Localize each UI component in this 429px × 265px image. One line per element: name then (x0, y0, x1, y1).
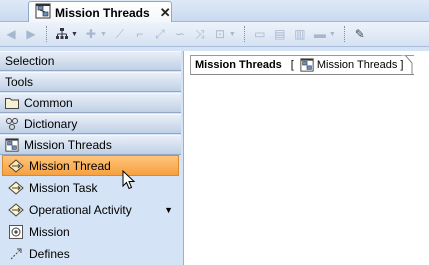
diagram-canvas[interactable]: Mission Threads [ Mission Threads ] (183, 51, 429, 265)
chevron-down-icon[interactable]: ▼ (329, 31, 336, 38)
layout-tree-icon[interactable] (55, 27, 69, 41)
diagram-name: Mission Threads (316, 59, 398, 71)
palette-item-defines[interactable]: Defines (0, 243, 181, 264)
align-center-icon[interactable]: ▤ (273, 27, 287, 41)
item-label: Mission (29, 224, 70, 239)
diagram-frame-header: Mission Threads [ Mission Threads ] (190, 55, 415, 75)
toolbar-separator (46, 26, 47, 42)
diagram-palette: Selection Tools Common Dictionary Missio… (0, 51, 181, 265)
frame-corner (401, 55, 413, 75)
section-label: Mission Threads (24, 138, 112, 152)
diagram-title: Mission Threads (195, 59, 282, 71)
tab-label: Mission Threads (55, 5, 150, 20)
chevron-down-icon[interactable]: ▼ (229, 31, 236, 38)
distribute-icon[interactable]: ▬ (313, 27, 327, 41)
path-route-icon[interactable]: ⊡ (213, 27, 227, 41)
section-label: Selection (5, 54, 55, 68)
path-bezier-icon[interactable]: ∽ (173, 27, 187, 41)
align-right-icon[interactable]: ▥ (293, 27, 307, 41)
mission-icon (8, 224, 24, 239)
chevron-down-icon[interactable]: ▼ (71, 31, 78, 38)
item-label: Defines (29, 246, 70, 261)
item-label: Operational Activity (29, 202, 132, 217)
path-oblique-icon[interactable]: ⤢ (153, 27, 167, 41)
align-icon[interactable]: ✚ (84, 27, 98, 41)
palette-section-dictionary[interactable]: Dictionary (0, 114, 181, 134)
palette-section-common[interactable]: Common (0, 93, 181, 113)
toolbar-separator (343, 26, 345, 42)
tab-mission-threads[interactable]: Mission Threads ✕ (28, 1, 172, 23)
forward-arrow-icon[interactable]: ▶ (24, 27, 38, 41)
mission-thread-icon (8, 158, 24, 173)
palette-section-selection[interactable]: Selection (0, 51, 181, 71)
section-label: Common (24, 96, 73, 110)
chevron-down-icon[interactable]: ▼ (100, 31, 107, 38)
section-label: Dictionary (24, 117, 78, 131)
bracket-open: [ (290, 59, 294, 71)
palette-item-mission-thread[interactable]: Mission Thread (2, 155, 179, 176)
editor-tab-strip: Mission Threads ✕ (0, 0, 429, 23)
palette-item-mission-task[interactable]: Mission Task (0, 177, 181, 198)
item-label: Mission Task (29, 180, 98, 195)
defines-relation-icon (8, 247, 24, 261)
diagram-icon (35, 3, 51, 22)
diagram-toolbar: ◀ ▶ ▼ ✚ ▼ ⟋ ⌐ ⤢ ∽ ⤨ ⊡ ▼ ▭ ▤ ▥ ▬ ▼ ✎ (0, 22, 429, 47)
back-arrow-icon[interactable]: ◀ (4, 27, 18, 41)
align-left-icon[interactable]: ▭ (253, 27, 267, 41)
format-painter-icon[interactable]: ✎ (353, 27, 367, 41)
palette-item-mission[interactable]: Mission (0, 221, 181, 242)
mouse-pointer-icon (122, 169, 136, 193)
section-label: Tools (5, 75, 34, 89)
dictionary-icon (5, 117, 19, 131)
operational-activity-icon (8, 202, 24, 217)
diagram-icon (300, 58, 314, 72)
path-line-icon[interactable]: ⟋ (113, 27, 127, 41)
toolbar-separator (243, 26, 245, 42)
mission-task-icon (8, 180, 24, 195)
close-icon[interactable]: ✕ (160, 6, 171, 19)
palette-section-mission-threads[interactable]: Mission Threads (0, 135, 181, 155)
path-rectilinear-icon[interactable]: ⌐ (133, 27, 147, 41)
palette-section-tools[interactable]: Tools (0, 72, 181, 92)
chevron-down-icon[interactable]: ▼ (164, 205, 173, 215)
palette-item-operational-activity[interactable]: Operational Activity ▼ (0, 199, 181, 220)
folder-icon (5, 97, 19, 109)
diagram-icon (5, 138, 19, 152)
item-label: Mission Thread (29, 158, 111, 173)
path-reroute-icon[interactable]: ⤨ (193, 27, 207, 41)
